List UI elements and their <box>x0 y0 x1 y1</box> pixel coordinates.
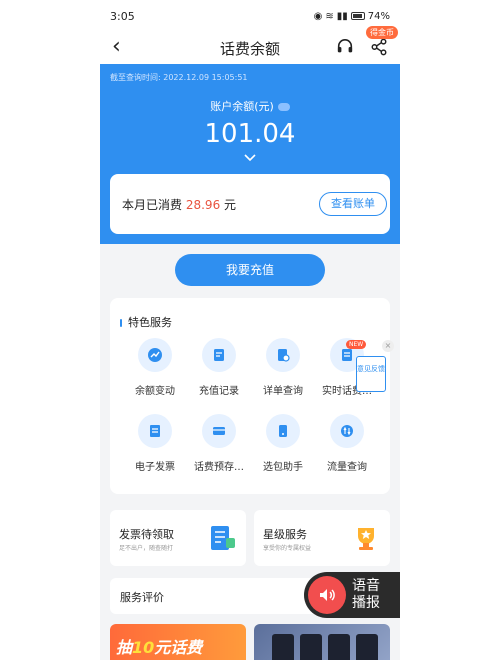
feature-package-helper[interactable]: 选包助手 <box>251 414 315 473</box>
consumption-amount: 28.96 <box>185 198 221 212</box>
page-title: 话费余额 <box>219 40 280 58</box>
share-icon[interactable] <box>370 38 388 56</box>
banner-suffix: 元话费 <box>154 638 203 657</box>
feature-label: 流量查询 <box>327 462 367 473</box>
consumption-prefix: 本月已消费 <box>122 198 183 212</box>
feature-e-invoice[interactable]: 电子发票 <box>123 414 187 473</box>
toggle-visibility-icon[interactable] <box>277 103 290 111</box>
close-icon[interactable]: × <box>382 340 394 352</box>
feature-label: 电子发票 <box>135 462 175 473</box>
feedback-float-button[interactable]: 意见反馈 <box>356 356 386 392</box>
title-accent-bar <box>120 319 122 327</box>
feature-recharge-record[interactable]: 充值记录 <box>187 338 251 397</box>
feature-label: 详单查询 <box>263 386 303 397</box>
voice-label: 语音 播报 <box>352 578 392 612</box>
feature-traffic-query[interactable]: 流量查询 <box>315 414 379 473</box>
lottery-banner[interactable]: 抽10元话费 <box>110 624 246 660</box>
phone-promo-banner[interactable] <box>254 624 390 660</box>
consumption-unit: 元 <box>224 198 237 212</box>
coin-badge[interactable]: 得金币 <box>366 26 398 39</box>
speaker-icon <box>308 576 346 614</box>
feature-balance-change[interactable]: 余额变动 <box>123 338 187 397</box>
status-time: 3:05 <box>110 9 135 23</box>
battery-icon <box>350 12 365 20</box>
feature-label: 余额变动 <box>135 386 175 397</box>
phone-image <box>328 634 350 660</box>
detail-icon <box>266 338 300 372</box>
features-title-row: 特色服务 <box>120 314 172 330</box>
new-badge: NEW <box>346 340 367 349</box>
feature-label: 选包助手 <box>263 462 303 473</box>
record-icon <box>202 338 236 372</box>
voice-broadcast-button[interactable]: 语音 播报 <box>304 572 400 618</box>
feature-label: 充值记录 <box>199 386 239 397</box>
query-time: 截至查询时间: 2022.12.09 15:05:51 <box>110 73 248 82</box>
features-card: 特色服务 余额变动 充值记录 详单查询 实时话费… NEW 意见反馈 × 电子发… <box>110 298 394 494</box>
promo-title: 星级服务 <box>263 528 307 541</box>
trophy-icon <box>358 528 374 550</box>
wifi-icon: ≋ <box>325 10 334 22</box>
invoice-promo-card[interactable]: 发票待领取 足不出户，随查随打 <box>110 510 246 566</box>
voice-label-line2: 播报 <box>352 595 380 611</box>
signal-icon: ▮▮ <box>336 10 348 22</box>
balance-label-row: 账户余额(元) <box>100 98 400 114</box>
chevron-down-icon[interactable] <box>244 154 256 162</box>
feature-detail-query[interactable]: 详单查询 <box>251 338 315 397</box>
voice-label-line1: 语音 <box>352 578 380 594</box>
phone-image <box>300 634 322 660</box>
status-bar: 3:05 ◉ ≋ ▮▮ 74% <box>100 0 400 32</box>
view-bill-button[interactable]: 查看账单 <box>319 192 387 216</box>
feature-prepaid[interactable]: 话费预存… <box>187 414 251 473</box>
balance-panel: 截至查询时间: 2022.12.09 15:05:51 账户余额(元) 101.… <box>100 64 400 244</box>
phone-screen: 3:05 ◉ ≋ ▮▮ 74% ‹ 话费余额 得金币 截至查询时间: 2022.… <box>100 0 400 660</box>
balance-value: 101.04 <box>204 119 296 149</box>
nav-bar: ‹ 话费余额 得金币 <box>100 26 400 64</box>
review-title: 服务评价 <box>120 591 164 604</box>
promo-subtitle: 享受你的专属权益 <box>263 545 312 552</box>
balance-label: 账户余额(元) <box>210 100 274 113</box>
promo-title: 发票待领取 <box>119 528 174 541</box>
feature-label: 话费预存… <box>194 462 244 473</box>
headset-icon[interactable] <box>336 38 354 56</box>
banner-highlight: 10 <box>132 638 155 657</box>
promo-subtitle: 足不出户，随查随打 <box>119 545 174 552</box>
invoice-illustration-icon <box>211 526 235 550</box>
battery-percent: 74% <box>367 10 390 22</box>
trend-icon <box>138 338 172 372</box>
banner-prefix: 抽 <box>116 638 133 657</box>
recharge-button[interactable]: 我要充值 <box>175 254 325 286</box>
star-service-card[interactable]: 星级服务 享受你的专属权益 <box>254 510 390 566</box>
consumption-text: 本月已消费 28.96 元 <box>122 196 236 213</box>
package-icon <box>266 414 300 448</box>
eye-icon: ◉ <box>313 10 323 22</box>
invoice-icon <box>138 414 172 448</box>
monthly-consumption-card: 本月已消费 28.96 元 查看账单 <box>110 174 390 234</box>
status-icons: ◉ ≋ ▮▮ 74% <box>314 11 390 22</box>
phone-image <box>356 634 378 660</box>
traffic-icon <box>330 414 364 448</box>
features-title: 特色服务 <box>128 316 172 329</box>
phone-image <box>272 634 294 660</box>
card-icon <box>202 414 236 448</box>
